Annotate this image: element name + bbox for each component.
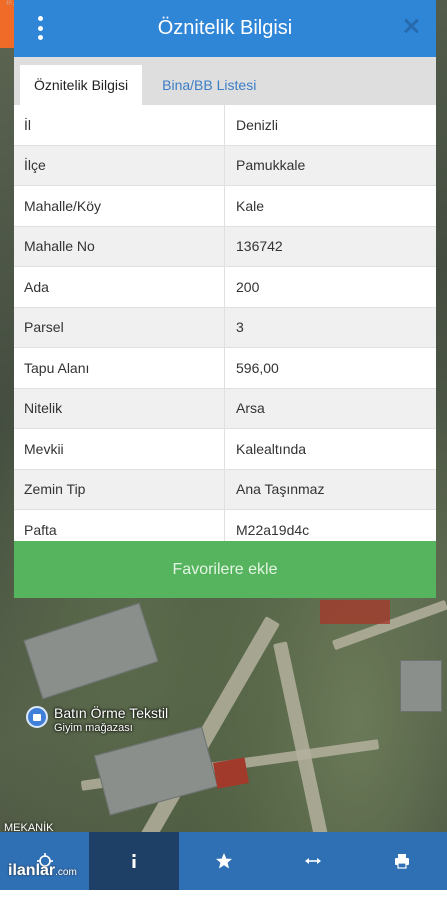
measure-button[interactable] <box>268 832 357 890</box>
table-row: Mevkii Kalealtında <box>14 429 436 470</box>
attribute-key: Tapu Alanı <box>14 348 225 388</box>
attribute-table: İl Denizli İlçe Pamukkale Mahalle/Köy Kale … <box>14 105 436 551</box>
dialog-header: Öznitelik Bilgisi <box>14 0 436 57</box>
measure-icon <box>304 858 321 864</box>
info-icon <box>132 854 136 868</box>
attribute-key: Zemin Tip <box>14 469 225 509</box>
tab-building-list[interactable]: Bina/BB Listesi <box>148 65 270 105</box>
table-row: Mahalle No 136742 <box>14 226 436 267</box>
table-row: Ada 200 <box>14 267 436 308</box>
attribute-key: Parsel <box>14 307 225 347</box>
attribute-value: 200 <box>236 278 260 295</box>
print-icon <box>395 854 410 869</box>
table-row: Parsel 3 <box>14 307 436 348</box>
map-place-category: Giyim mağazası <box>54 722 133 734</box>
add-to-favorites-button[interactable]: Favorilere ekle <box>14 541 436 598</box>
attribute-key: İl <box>14 105 225 145</box>
table-row: Tapu Alanı 596,00 <box>14 348 436 389</box>
attribute-key: Mahalle/Köy <box>14 186 225 226</box>
table-row: Mahalle/Köy Kale <box>14 186 436 227</box>
close-icon[interactable] <box>402 17 420 35</box>
attribute-value: 136742 <box>236 238 283 255</box>
attribute-value: Ana Taşınmaz <box>236 481 325 498</box>
attribute-value: Kalealtında <box>236 440 307 457</box>
attribute-key: Ada <box>14 267 225 307</box>
map-place-marker[interactable]: Batın Örme Tekstil Giyim mağazası <box>26 706 168 736</box>
info-button[interactable] <box>89 832 179 890</box>
attribute-value: 3 <box>236 319 244 336</box>
attribute-key: Mahalle No <box>14 226 225 266</box>
ilanlar-logo: ilanlar.com <box>8 862 77 879</box>
attribute-value: Denizli <box>236 116 279 133</box>
table-row: Zemin Tip Ana Taşınmaz <box>14 469 436 510</box>
more-vert-icon[interactable] <box>36 16 44 40</box>
table-row: İlçe Pamukkale <box>14 145 436 186</box>
attribute-value: Pamukkale <box>236 157 306 174</box>
attribute-key: İlçe <box>14 145 225 185</box>
dialog-title: Öznitelik Bilgisi <box>157 17 293 39</box>
attribute-key: Nitelik <box>14 388 225 428</box>
favorites-button[interactable] <box>179 832 268 890</box>
map-place-name: Batın Örme Tekstil <box>54 705 169 721</box>
bottom-strip <box>0 890 447 900</box>
attribute-value: Arsa <box>236 400 265 417</box>
star-icon <box>215 853 232 869</box>
print-button[interactable] <box>358 832 447 890</box>
table-row: Nitelik Arsa <box>14 388 436 429</box>
tab-bar: Öznitelik Bilgisi Bina/BB Listesi <box>14 57 436 105</box>
attribute-value: 596,00 <box>236 359 279 376</box>
tab-attribute-info[interactable]: Öznitelik Bilgisi <box>20 65 143 105</box>
bottom-toolbar <box>0 832 447 890</box>
attribute-key: Mevkii <box>14 429 225 469</box>
attribute-value: Kale <box>236 197 265 214</box>
table-row: İl Denizli <box>14 105 436 146</box>
locate-button[interactable] <box>0 832 89 890</box>
shopping-bag-icon <box>26 706 48 728</box>
